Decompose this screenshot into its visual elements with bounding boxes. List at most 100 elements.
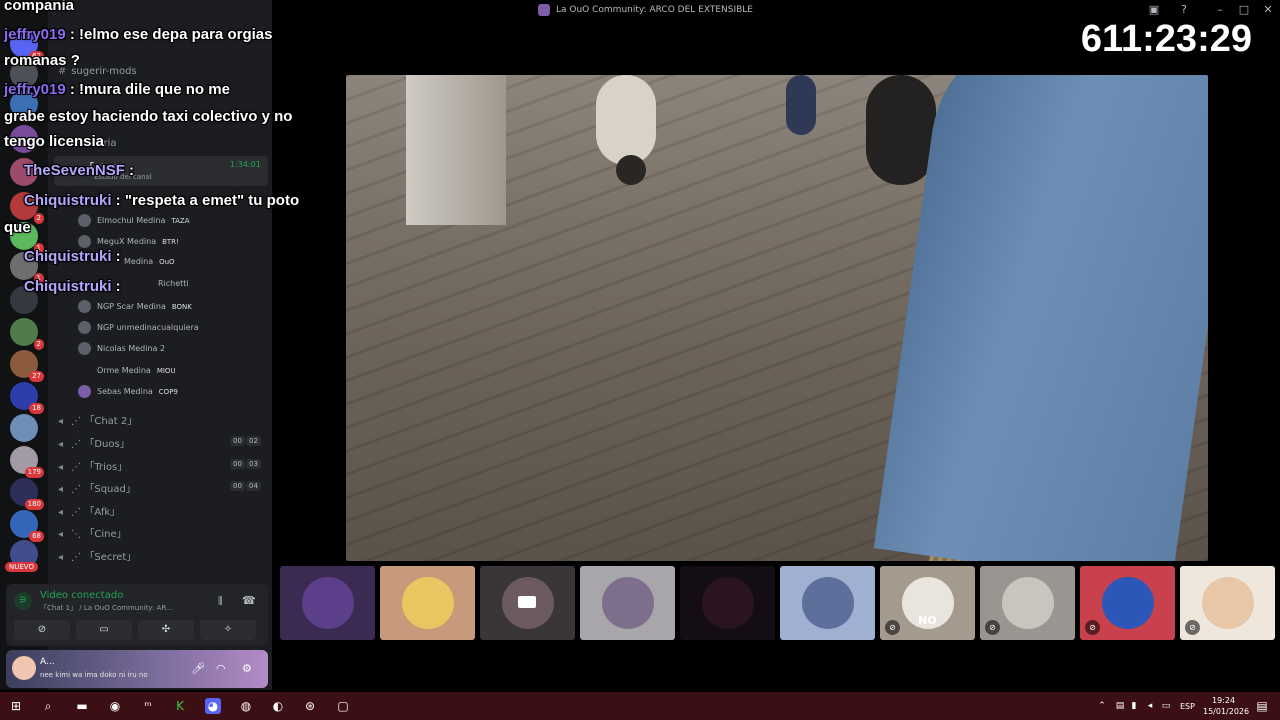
inbox-icon[interactable]: ▣ (1146, 3, 1162, 16)
avatar[interactable] (12, 656, 36, 680)
member-tag: MIOU (156, 366, 176, 375)
microphone-icon[interactable]: ▮ (1126, 698, 1142, 714)
settings-gear-icon[interactable]: ⚙ (242, 662, 252, 675)
chat-text: : "respeta a emet" tu poto (111, 192, 300, 209)
soundboard-button[interactable]: ✧ (200, 620, 256, 640)
member-tag: COP9 (158, 387, 178, 396)
user-count: 00 (230, 459, 245, 469)
chat-text: : (111, 248, 121, 265)
file-explorer-icon[interactable]: ▬ (74, 698, 90, 714)
voice-member[interactable]: Nicolas Medina 2 (78, 342, 165, 355)
user-panel: A... nee kimi wa ima doko ni iru no 🎤︎ ◠… (6, 650, 268, 688)
participant-tile[interactable]: NO ⊘ (880, 566, 975, 640)
noise-suppression-icon[interactable]: ⫼ (218, 596, 223, 607)
participant-tile[interactable] (780, 566, 875, 640)
speaker-icon: ◂ (58, 507, 64, 518)
video-stream[interactable] (346, 75, 1208, 561)
voice-channel[interactable]: ◂ ⋰ 「Duos」 (58, 435, 130, 450)
speaker-icon: ◂ (58, 416, 64, 427)
server-badge: 2 (33, 213, 44, 224)
member-name: MeguX Medina (97, 237, 157, 246)
app-icon[interactable]: ◐ (270, 698, 286, 714)
server-icon[interactable] (10, 414, 38, 442)
camera-icon (518, 596, 536, 608)
user-status: nee kimi wa ima doko ni iru no (40, 671, 148, 679)
avatar (701, 577, 754, 629)
voice-member[interactable]: Elmochul Medina TAZA (78, 214, 189, 227)
chat-text: que (4, 219, 31, 236)
participant-tile[interactable] (580, 566, 675, 640)
participant-tile[interactable] (380, 566, 475, 640)
new-badge: NUEVO (5, 562, 38, 572)
server-icon[interactable]: 2 (10, 318, 44, 350)
activities-button[interactable]: ✣ (138, 620, 194, 640)
kick-icon[interactable]: K (172, 698, 188, 714)
app-icon[interactable]: ᵐ (140, 698, 156, 714)
voice-channel[interactable]: ◂ ⋱ 「Cine」 (58, 525, 127, 540)
clock-time[interactable]: 19:24 (1212, 696, 1235, 705)
avatar (601, 577, 654, 629)
screen-share-button[interactable]: ▭ (76, 620, 132, 640)
chat-line: grabe estoy haciendo taxi colectivo y no (4, 108, 292, 125)
server-icon[interactable]: 68 (10, 510, 44, 542)
windows-start-icon[interactable]: ⊞ (8, 698, 24, 714)
voice-channel[interactable]: ◂ ⋰ 「Secret」 (58, 548, 136, 563)
volume-icon[interactable]: ◂ (1142, 698, 1158, 714)
participant-tile[interactable]: ⊘ (980, 566, 1075, 640)
edge-browser-icon[interactable]: ◉ (107, 698, 123, 714)
participant-tile[interactable]: ⊘ (1080, 566, 1175, 640)
chevron-up-icon[interactable]: ⌃ (1094, 698, 1110, 714)
camera-toggle-button[interactable]: ⊘ (14, 620, 70, 640)
avatar (78, 342, 91, 355)
voice-channel[interactable]: ◂ ⋰ 「Squad」 (58, 480, 136, 495)
voice-member[interactable]: NGP Scar Medina BONK (78, 300, 192, 313)
voice-member[interactable]: Medina OuO (124, 257, 175, 266)
disconnect-icon[interactable]: ☎ (242, 594, 256, 607)
language-indicator[interactable]: ESP (1180, 702, 1195, 711)
microphone-icon[interactable]: 🎤︎ (191, 662, 205, 675)
search-icon[interactable]: ⌕ (40, 698, 56, 714)
chat-text: : (124, 162, 135, 179)
maximize-button[interactable]: □ (1236, 3, 1252, 16)
server-badge: 27 (29, 371, 44, 382)
voice-channel[interactable]: ◂ ⋰ 「Afk」 (58, 503, 120, 518)
voice-member[interactable]: Orme Medina MIOU (78, 364, 176, 377)
chat-line: jeffry019 : !mura dile que no me (4, 81, 230, 98)
server-icon[interactable]: 18 (10, 382, 44, 414)
epic-games-icon[interactable]: ▢ (335, 698, 351, 714)
server-icon[interactable]: 179 (10, 446, 44, 478)
minimize-button[interactable]: – (1212, 3, 1228, 16)
user-count: 00 (230, 481, 245, 491)
voice-channel[interactable]: ◂ ⋰ 「Trios」 (58, 458, 127, 473)
voice-channel[interactable]: ◂ ⋰ 「Chat 2」 (58, 412, 137, 427)
discord-icon[interactable]: ◕ (205, 698, 221, 714)
voice-status-subtitle[interactable]: 「Chat 1」 / La OuO Community: AR... (40, 603, 173, 613)
headphones-icon[interactable]: ◠ (216, 662, 226, 675)
network-icon[interactable]: ▭ (1158, 698, 1174, 714)
clock-date[interactable]: 15/01/2026 (1203, 707, 1249, 716)
participant-tile[interactable] (680, 566, 775, 640)
pedestrian-shoe (616, 155, 646, 185)
member-name: Elmochul Medina (97, 216, 166, 225)
voice-member[interactable]: NGP unmedinacualquiera (78, 321, 199, 334)
speaker-icon: ◂ (58, 439, 64, 450)
member-name: Nicolas Medina 2 (97, 344, 166, 353)
help-icon[interactable]: ? (1176, 3, 1192, 16)
chat-line: Chiquistruki : (24, 248, 121, 265)
voice-member[interactable]: Sebas Medina COP9 (78, 385, 178, 398)
speaker-icon: ◂ (58, 484, 64, 495)
voice-member[interactable]: MeguX Medina BTR! (78, 235, 179, 248)
voice-member[interactable]: Richetti (158, 279, 189, 288)
server-icon[interactable]: 27 (10, 350, 44, 382)
user-limit: 03 (246, 459, 261, 469)
participant-tile[interactable] (480, 566, 575, 640)
close-button[interactable]: ✕ (1260, 3, 1276, 16)
steam-icon[interactable]: ⊛ (302, 698, 318, 714)
participant-tile[interactable] (280, 566, 375, 640)
user-name[interactable]: A... (40, 657, 55, 667)
server-icon[interactable]: 180 (10, 478, 44, 510)
obs-icon[interactable]: ◍ (238, 698, 254, 714)
notifications-icon[interactable]: ▤ (1254, 698, 1270, 714)
signal-icon: ⚞ (14, 592, 32, 610)
participant-tile[interactable]: ⊘ (1180, 566, 1275, 640)
